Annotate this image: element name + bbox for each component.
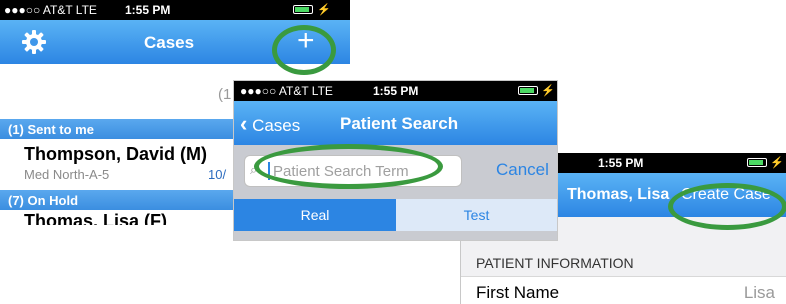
time-label: 1:55 PM [125, 3, 171, 17]
first-name-label: First Name [476, 283, 560, 302]
highlight-ring [254, 144, 443, 189]
patient-name[interactable]: Thomas, Lisa (F) [24, 211, 167, 225]
section-header: PATIENT INFORMATION [461, 249, 786, 277]
segment-label: Real [300, 207, 330, 223]
status-bar: ●●●○○ AT&T LTE 1:55 PM ⚡ [0, 0, 350, 20]
patient-search-screen: ●●●○○ AT&T LTE 1:55 PM ⚡ ‹ Cases Patient… [233, 80, 558, 241]
patient-location: Med North-A-5 [24, 167, 110, 182]
battery-icon [747, 158, 767, 167]
page-title: Patient Search [340, 114, 459, 133]
highlight-ring [272, 25, 336, 75]
charging-icon: ⚡ [541, 85, 555, 97]
segment-real[interactable]: Real [234, 199, 396, 231]
time-label: 1:55 PM [373, 84, 419, 98]
battery-icon [293, 5, 313, 14]
case-count: (1 [218, 86, 232, 103]
first-name-row[interactable]: First Name Lisa [461, 277, 786, 304]
back-button[interactable]: ‹ Cases [240, 111, 300, 137]
patient-title: Thomas, Lisa [567, 186, 670, 203]
cancel-button[interactable]: Cancel [496, 160, 549, 180]
search-nav-bar: ‹ Cases Patient Search [234, 101, 557, 145]
section-header-label: (7) On Hold [8, 193, 79, 208]
chevron-left-icon: ‹ [240, 111, 248, 136]
time-label: 1:55 PM [598, 156, 644, 170]
highlight-ring [668, 183, 786, 230]
section-label: PATIENT INFORMATION [476, 255, 634, 271]
gear-icon[interactable] [21, 29, 47, 55]
case-date: 10/ [208, 167, 227, 182]
segmented-control: Real Test [234, 199, 557, 231]
battery-icon [518, 86, 538, 95]
charging-icon: ⚡ [317, 4, 331, 16]
carrier-label: ●●●○○ AT&T LTE [240, 84, 333, 98]
section-header-label: (1) Sent to me [8, 122, 94, 137]
status-bar: ●●●○○ AT&T LTE 1:55 PM ⚡ [234, 81, 557, 101]
segment-test[interactable]: Test [396, 199, 557, 231]
segment-label: Test [463, 207, 490, 223]
back-label: Cases [252, 116, 301, 135]
page-title: Cases [144, 33, 195, 52]
patient-name: Thompson, David (M) [24, 144, 207, 164]
carrier-label: ●●●○○ AT&T LTE [4, 3, 97, 17]
charging-icon: ⚡ [770, 157, 784, 169]
first-name-value: Lisa [743, 283, 775, 302]
